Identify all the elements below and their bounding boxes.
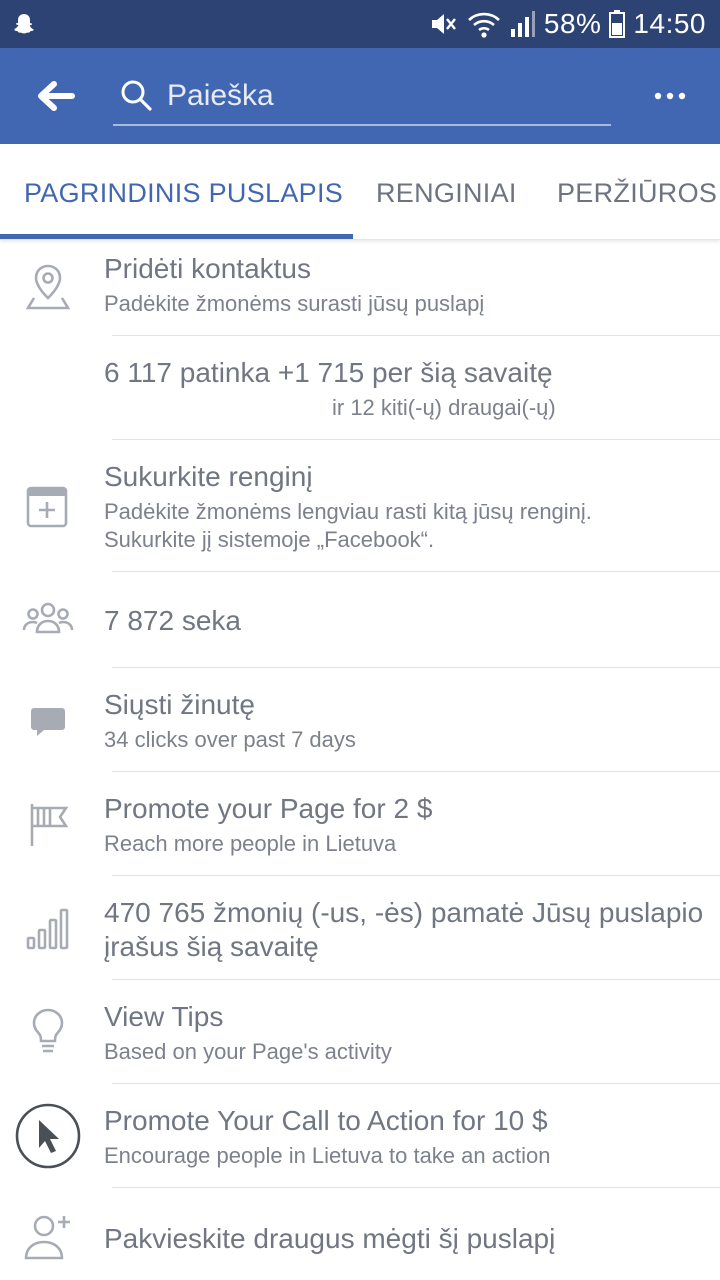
- search-input[interactable]: [167, 74, 597, 118]
- lightbulb-icon: [32, 1008, 64, 1053]
- row-title: Pakvieskite draugus mėgti šį puslapį: [104, 1223, 556, 1254]
- row-subtitle: ir 12 kiti(-ų) draugai(-ų): [332, 395, 556, 420]
- back-arrow-icon[interactable]: [32, 74, 80, 118]
- row-title: Siųsti žinutę: [104, 689, 255, 720]
- message-icon: [31, 708, 65, 736]
- location-pin-icon: [25, 264, 71, 310]
- row-title: Pridėti kontaktus: [104, 253, 311, 284]
- row-title-line1: 470 765 žmonių (-us, -ės) pamatė Jūsų pu…: [104, 897, 704, 928]
- clock: 14:50: [633, 8, 706, 39]
- row-title: Promote your Page for 2 $: [104, 793, 433, 824]
- battery-icon: [609, 10, 626, 38]
- tab-events[interactable]: RENGINIAI: [376, 144, 517, 240]
- list-item-view-tips[interactable]: View Tips Based on your Page's activity: [0, 980, 720, 1084]
- people-icon: [22, 602, 74, 634]
- snapchat-ghost-icon: [14, 14, 34, 34]
- row-title: View Tips: [104, 1001, 224, 1032]
- battery-percent: 58%: [543, 8, 602, 39]
- tab-home[interactable]: PAGRINDINIS PUSLAPIS: [24, 144, 343, 240]
- search-icon: [121, 80, 152, 111]
- row-subtitle-line2: Sukurkite jį sistemoje „Facebook“.: [104, 527, 435, 552]
- signal-icon: [510, 11, 535, 37]
- flag-icon: [30, 804, 69, 846]
- list-item-likes[interactable]: 6 117 patinka +1 715 per šią savaitę ir …: [0, 336, 720, 440]
- list-item-followers[interactable]: 7 872 seka: [0, 572, 720, 668]
- tab-reviews[interactable]: PERŽIŪROS: [557, 144, 717, 240]
- cursor-icon: [15, 1103, 81, 1169]
- row-title: 7 872 seka: [104, 605, 241, 636]
- row-subtitle-line1: Padėkite žmonėms lengviau rasti kitą jūs…: [104, 499, 592, 524]
- bar-chart-icon: [26, 908, 69, 950]
- tab-bar: PAGRINDINIS PUSLAPIS RENGINIAI PERŽIŪROS: [0, 144, 720, 240]
- list-item-send-message[interactable]: Siųsti žinutę 34 clicks over past 7 days: [0, 668, 720, 772]
- list-item-create-event[interactable]: Sukurkite renginį Padėkite žmonėms lengv…: [0, 440, 720, 572]
- list-item-promote-cta[interactable]: Promote Your Call to Action for 10 $ Enc…: [0, 1084, 720, 1188]
- status-bar: 58% 14:50: [0, 0, 720, 48]
- calendar-add-icon: [26, 486, 68, 528]
- list-item-add-contacts[interactable]: Pridėti kontaktus Padėkite žmonėms suras…: [0, 240, 720, 336]
- add-person-icon: [24, 1215, 70, 1260]
- row-title-line2: įrašus šią savaitę: [104, 931, 319, 962]
- row-subtitle: 34 clicks over past 7 days: [104, 727, 356, 752]
- wifi-icon: [467, 12, 500, 38]
- active-tab-indicator: [0, 234, 353, 239]
- row-subtitle: Reach more people in Lietuva: [104, 831, 397, 856]
- row-title: Promote Your Call to Action for 10 $: [104, 1105, 548, 1136]
- row-subtitle: Encourage people in Lietuva to take an a…: [104, 1143, 551, 1168]
- more-options-icon[interactable]: [650, 82, 690, 110]
- row-title: Sukurkite renginį: [104, 461, 313, 492]
- search-bar[interactable]: [113, 70, 611, 126]
- list-item-invite-friends[interactable]: Pakvieskite draugus mėgti šį puslapį: [0, 1188, 720, 1280]
- app-header: [0, 48, 720, 144]
- list-item-promote-page[interactable]: Promote your Page for 2 $ Reach more peo…: [0, 772, 720, 876]
- row-title: 6 117 patinka +1 715 per šią savaitę: [104, 357, 553, 388]
- mute-icon: [431, 14, 456, 34]
- row-subtitle: Based on your Page's activity: [104, 1039, 392, 1064]
- row-subtitle: Padėkite žmonėms surasti jūsų puslapį: [104, 291, 485, 316]
- list-item-reach[interactable]: 470 765 žmonių (-us, -ės) pamatė Jūsų pu…: [0, 876, 720, 980]
